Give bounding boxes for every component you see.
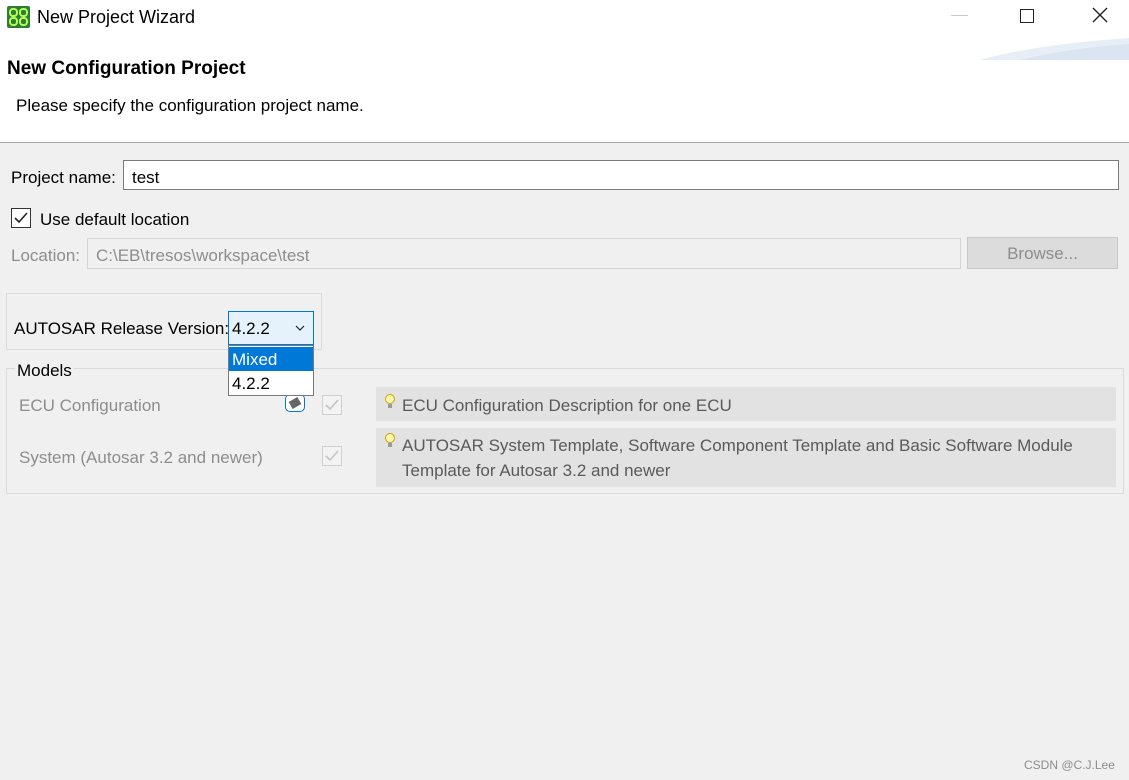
use-default-location-label: Use default location xyxy=(40,210,190,229)
ecu-configuration-checkbox xyxy=(322,395,342,415)
dropdown-option-4-2-2[interactable]: 4.2.2 xyxy=(229,371,313,395)
header-divider xyxy=(0,142,1129,143)
page-title: New Configuration Project xyxy=(7,58,246,79)
checkmark-icon xyxy=(325,399,339,411)
system-template-label: System (Autosar 3.2 and newer) xyxy=(19,448,263,467)
watermark: CSDN @C.J.Lee xyxy=(1024,758,1115,772)
location-label: Location: xyxy=(11,246,80,265)
lightbulb-icon xyxy=(385,394,395,408)
autosar-release-dropdown-list: Mixed 4.2.2 xyxy=(228,345,314,396)
system-template-description-line1: AUTOSAR System Template, Software Compon… xyxy=(402,436,1073,455)
use-default-location-checkbox[interactable] xyxy=(11,208,31,228)
ecu-configuration-label: ECU Configuration xyxy=(19,396,161,415)
ecu-configuration-description: ECU Configuration Description for one EC… xyxy=(402,396,732,415)
autosar-release-value: 4.2.2 xyxy=(232,319,270,338)
eb-tresos-app-icon xyxy=(7,6,30,28)
browse-button: Browse... xyxy=(967,237,1118,269)
models-group-label: Models xyxy=(15,361,74,381)
maximize-icon[interactable] xyxy=(1020,9,1034,23)
chevron-down-icon xyxy=(295,325,305,331)
window-title: New Project Wizard xyxy=(37,7,196,27)
wizard-header: New Configuration Project Please specify… xyxy=(0,34,1129,142)
close-icon[interactable] xyxy=(1090,5,1110,25)
checkmark-icon xyxy=(14,212,28,224)
minimize-icon[interactable] xyxy=(951,15,968,16)
location-input: C:\EB\tresos\workspace\test xyxy=(87,238,961,269)
page-description: Please specify the configuration project… xyxy=(16,96,364,115)
ecu-module-icon xyxy=(285,394,305,412)
title-bar: New Project Wizard xyxy=(0,0,1129,34)
checkmark-icon xyxy=(325,450,339,462)
system-template-description-line2: Template for Autosar 3.2 and newer xyxy=(402,461,671,480)
system-template-checkbox xyxy=(322,446,342,466)
banner-swoosh-decoration xyxy=(979,38,1129,60)
project-name-label: Project name: xyxy=(11,168,116,187)
autosar-release-label: AUTOSAR Release Version: xyxy=(14,319,230,338)
dropdown-option-mixed[interactable]: Mixed xyxy=(229,347,313,371)
autosar-release-combo[interactable]: 4.2.2 xyxy=(228,311,314,345)
lightbulb-icon xyxy=(385,433,395,447)
project-name-input[interactable]: test xyxy=(123,160,1119,190)
